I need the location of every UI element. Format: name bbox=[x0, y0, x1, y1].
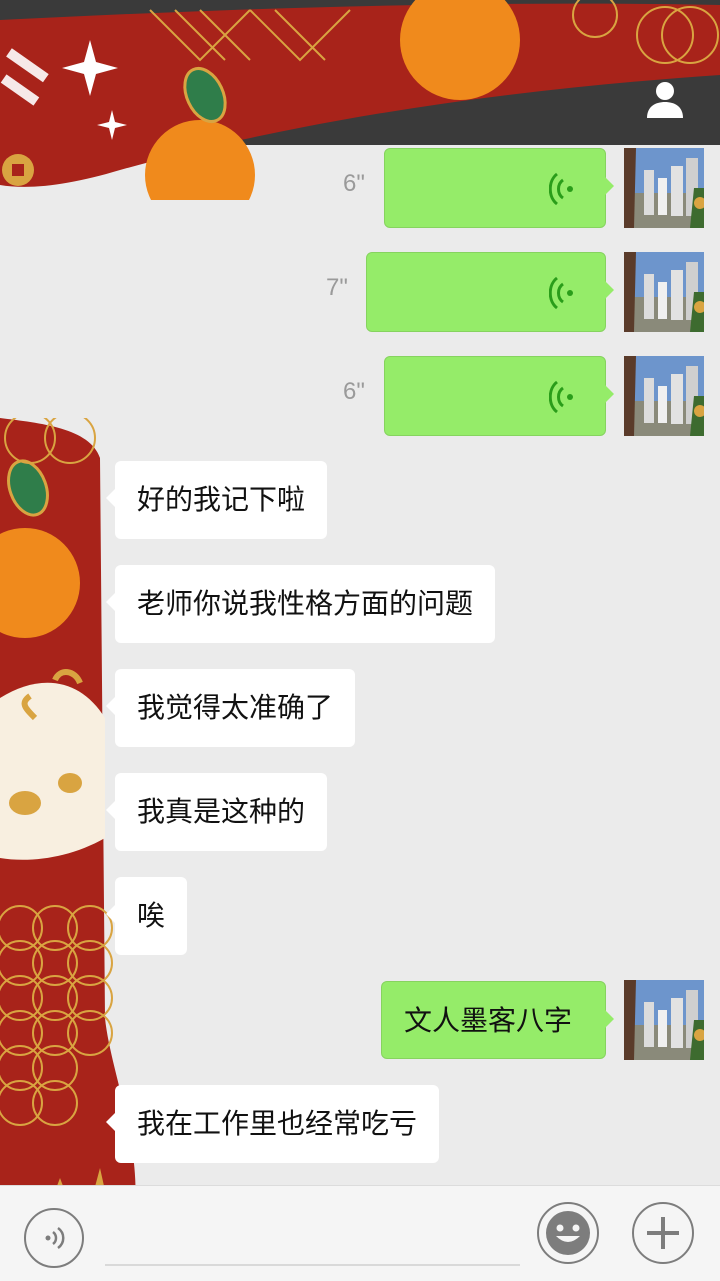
avatar-image bbox=[624, 252, 704, 332]
voice-duration: 7" bbox=[326, 274, 348, 301]
voice-wave-icon bbox=[549, 380, 573, 414]
received-message[interactable]: 我觉得太准确了 bbox=[105, 669, 356, 747]
voice-wave-icon bbox=[549, 276, 573, 310]
emoji-button[interactable] bbox=[537, 1202, 599, 1264]
avatar-image bbox=[624, 980, 704, 1060]
received-message[interactable]: 我在工作里也经常吃亏 bbox=[105, 1085, 440, 1163]
received-message[interactable]: 唉 bbox=[105, 877, 188, 955]
chat-header bbox=[0, 0, 720, 145]
voice-wave-icon bbox=[45, 1226, 65, 1250]
input-bar bbox=[0, 1185, 720, 1281]
voice-duration: 6" bbox=[343, 378, 365, 405]
avatar[interactable] bbox=[624, 356, 704, 436]
voice-message-bubble[interactable] bbox=[384, 148, 614, 228]
avatar[interactable] bbox=[624, 148, 704, 228]
person-icon bbox=[647, 82, 683, 118]
voice-input-button[interactable] bbox=[24, 1208, 84, 1268]
smiley-icon bbox=[546, 1211, 590, 1255]
more-button[interactable] bbox=[632, 1202, 694, 1264]
received-message[interactable]: 老师你说我性格方面的问题 bbox=[105, 565, 496, 643]
voice-duration: 6" bbox=[343, 170, 365, 197]
profile-button[interactable] bbox=[644, 78, 686, 120]
sent-message[interactable]: 文人墨客八字 bbox=[381, 981, 614, 1059]
received-message[interactable]: 好的我记下啦 bbox=[105, 461, 328, 539]
avatar-image bbox=[624, 356, 704, 436]
avatar[interactable] bbox=[624, 980, 704, 1060]
message-input[interactable] bbox=[105, 1264, 520, 1266]
voice-message-bubble[interactable] bbox=[366, 252, 614, 332]
plus-icon bbox=[647, 1217, 679, 1249]
voice-wave-icon bbox=[549, 172, 573, 206]
received-message[interactable]: 我真是这种的 bbox=[105, 773, 328, 851]
avatar-image bbox=[624, 148, 704, 228]
voice-message-bubble[interactable] bbox=[384, 356, 614, 436]
avatar[interactable] bbox=[624, 252, 704, 332]
